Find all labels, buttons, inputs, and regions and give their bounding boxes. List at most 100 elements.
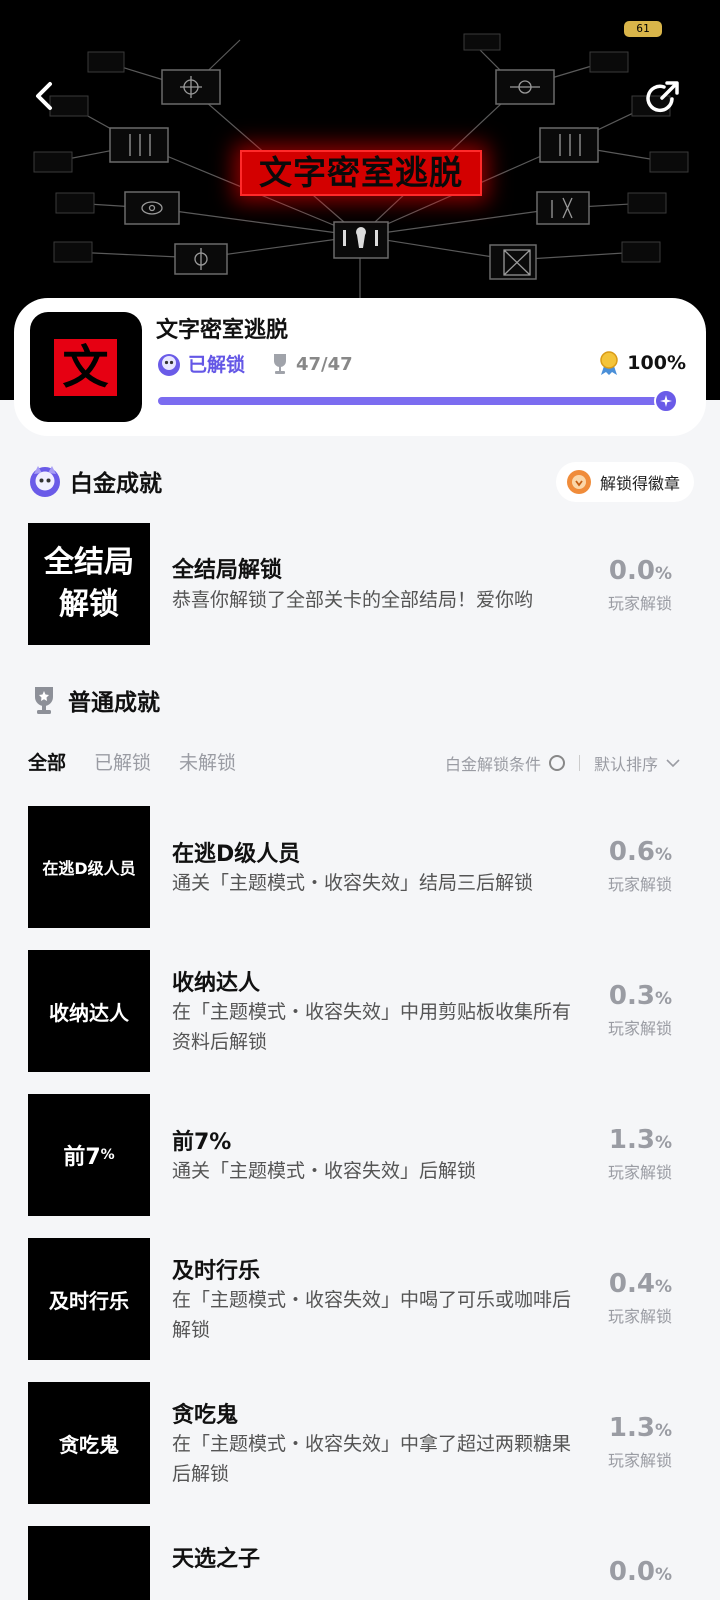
achievement-desc: 在「主题模式・收容失效」中拿了超过两颗糖果后解锁 bbox=[172, 1433, 572, 1485]
tab-unlocked[interactable]: 已解锁 bbox=[94, 748, 151, 775]
normal-section-title: 普通成就 bbox=[68, 690, 160, 716]
tab-all[interactable]: 全部 bbox=[28, 748, 66, 775]
unlock-badge-label: 解锁得徽章 bbox=[599, 474, 680, 493]
game-name: 文字密室逃脱 bbox=[156, 318, 289, 343]
achievement-desc: 通关「主题模式・收容失效」后解锁 bbox=[172, 1160, 477, 1182]
percent-value: 1.3 bbox=[608, 1125, 655, 1155]
achievement-percent-label: 玩家解锁 bbox=[607, 1451, 672, 1470]
sparkle-icon bbox=[660, 395, 672, 407]
thumbnail-unit: % bbox=[100, 1147, 115, 1163]
medal-icon bbox=[600, 351, 619, 375]
achievement-thumbnail: 前7% bbox=[28, 1094, 150, 1216]
percent-unit: % bbox=[654, 1277, 672, 1297]
platinum-achievement-row[interactable]: 全结局 解锁 全结局解锁 恭喜你解锁了全部关卡的全部结局！爱你哟 0.0% 玩家… bbox=[28, 523, 692, 647]
game-icon-char: 文 bbox=[54, 339, 117, 396]
percent-value: 0.0 bbox=[608, 556, 655, 586]
achievement-percent: 1.3% bbox=[609, 1413, 672, 1443]
percent-unit: % bbox=[654, 1421, 672, 1441]
achievement-percent-label: 玩家解锁 bbox=[607, 875, 672, 894]
achievement-percent: 0.4% bbox=[609, 1269, 672, 1299]
banner-title: 文字密室逃脱 bbox=[240, 150, 482, 196]
thumbnail-text-line1: 全结局 bbox=[44, 545, 134, 580]
back-button[interactable] bbox=[26, 76, 66, 116]
achievement-percent: 1.3% bbox=[609, 1125, 672, 1155]
progress-knob bbox=[654, 389, 678, 413]
share-icon bbox=[646, 81, 679, 113]
progress-percent-text: 100% bbox=[627, 352, 686, 374]
trophy-section-icon bbox=[35, 687, 53, 714]
unlock-status: 已解锁 bbox=[156, 350, 245, 377]
progress-fill bbox=[158, 397, 666, 405]
percent-unit: % bbox=[654, 1565, 672, 1585]
achievement-row[interactable]: 收纳达人 收纳达人 在「主题模式・收容失效」中用剪贴板收集所有资料后解锁 0.3… bbox=[28, 950, 692, 1074]
platinum-condition-toggle[interactable] bbox=[548, 755, 565, 771]
achievement-name: 天选之子 bbox=[172, 1547, 261, 1572]
battery-indicator: 61 bbox=[624, 21, 662, 37]
game-card: 文 文字密室逃脱 已解锁 47/47 100% bbox=[14, 298, 706, 436]
filter-controls: 白金解锁条件 默认排序 bbox=[445, 751, 680, 775]
thumbnail-text-line2: 解锁 bbox=[59, 587, 119, 622]
unlock-badge-button[interactable]: 解锁得徽章 bbox=[555, 462, 694, 502]
achievement-row[interactable]: 在逃D级人员 在逃D级人员 通关「主题模式・收容失效」结局三后解锁 0.6% 玩… bbox=[28, 806, 692, 930]
achievement-percent-label: 玩家解锁 bbox=[607, 1163, 672, 1182]
percent-unit: % bbox=[654, 989, 672, 1009]
platinum-section-header: 白金成就 bbox=[28, 464, 162, 498]
chevron-left-icon bbox=[36, 82, 52, 110]
percent-unit: % bbox=[654, 845, 672, 865]
percent-value: 0.6 bbox=[608, 837, 655, 867]
normal-section-header: 普通成就 bbox=[28, 683, 160, 717]
achievement-thumbnail: 收纳达人 bbox=[28, 950, 150, 1072]
platinum-condition-label: 白金解锁条件 bbox=[444, 755, 541, 774]
achievement-percent: 0.3% bbox=[609, 981, 672, 1011]
badge-icon bbox=[566, 470, 591, 494]
sort-dropdown[interactable]: 默认排序 bbox=[594, 751, 658, 775]
percent-unit: % bbox=[654, 1133, 672, 1153]
achievement-percent: 0.0% bbox=[609, 1557, 672, 1587]
trophy-count-text: 47/47 bbox=[296, 353, 353, 375]
filter-tabs: 全部 已解锁 未解锁 bbox=[28, 748, 264, 775]
mascot-platinum-icon bbox=[30, 466, 60, 497]
unlock-status-label: 已解锁 bbox=[188, 354, 246, 376]
achievement-thumbnail bbox=[28, 1526, 150, 1600]
chevron-down-icon[interactable] bbox=[666, 758, 680, 768]
achievement-percent: 0.0% bbox=[609, 556, 672, 586]
platinum-section-title: 白金成就 bbox=[70, 471, 162, 497]
trophy-count: 47/47 bbox=[270, 352, 353, 376]
achievement-name: 在逃D级人员 bbox=[172, 842, 301, 867]
achievement-percent-label: 玩家解锁 bbox=[607, 1307, 672, 1326]
mascot-badge-icon bbox=[158, 353, 180, 376]
achievement-desc: 在「主题模式・收容失效」中用剪贴板收集所有资料后解锁 bbox=[172, 1001, 572, 1053]
achievement-thumbnail: 贪吃鬼 bbox=[28, 1382, 150, 1504]
achievement-thumbnail: 全结局 解锁 bbox=[28, 523, 150, 645]
achievement-name: 前7% bbox=[172, 1130, 232, 1155]
achievement-name: 收纳达人 bbox=[172, 971, 261, 996]
achievement-row[interactable]: 天选之子 0.0% bbox=[28, 1526, 692, 1600]
percent-value: 0.0 bbox=[608, 1557, 655, 1587]
percent-value: 1.3 bbox=[608, 1413, 655, 1443]
achievement-desc: 恭喜你解锁了全部关卡的全部结局！爱你哟 bbox=[172, 589, 534, 611]
percent-value: 0.3 bbox=[608, 981, 655, 1011]
achievement-row[interactable]: 前7% 前7% 通关「主题模式・收容失效」后解锁 1.3% 玩家解锁 bbox=[28, 1094, 692, 1218]
achievement-row[interactable]: 及时行乐 及时行乐 在「主题模式・收容失效」中喝了可乐或咖啡后解锁 0.4% 玩… bbox=[28, 1238, 692, 1362]
achievement-name: 全结局解锁 bbox=[172, 558, 283, 583]
achievement-name: 贪吃鬼 bbox=[172, 1403, 239, 1428]
achievement-name: 及时行乐 bbox=[172, 1259, 261, 1284]
progress-bar bbox=[158, 389, 678, 413]
game-icon: 文 bbox=[30, 312, 142, 422]
achievement-desc: 通关「主题模式・收容失效」结局三后解锁 bbox=[172, 872, 534, 894]
achievement-percent-label: 玩家解锁 bbox=[607, 1019, 672, 1038]
percent-value: 0.4 bbox=[608, 1269, 655, 1299]
trophy-icon bbox=[274, 354, 286, 374]
divider bbox=[578, 755, 580, 771]
progress-percent: 100% bbox=[597, 350, 686, 376]
achievement-desc: 在「主题模式・收容失效」中喝了可乐或咖啡后解锁 bbox=[172, 1289, 572, 1341]
achievement-percent-label: 玩家解锁 bbox=[607, 594, 672, 613]
achievement-thumbnail: 及时行乐 bbox=[28, 1238, 150, 1360]
percent-unit: % bbox=[654, 564, 672, 584]
achievement-thumbnail: 在逃D级人员 bbox=[28, 806, 150, 928]
thumbnail-text: 前7 bbox=[63, 1145, 101, 1170]
share-button[interactable] bbox=[642, 78, 682, 118]
tab-locked[interactable]: 未解锁 bbox=[179, 748, 236, 775]
achievement-percent: 0.6% bbox=[609, 837, 672, 867]
achievement-row[interactable]: 贪吃鬼 贪吃鬼 在「主题模式・收容失效」中拿了超过两颗糖果后解锁 1.3% 玩家… bbox=[28, 1382, 692, 1506]
